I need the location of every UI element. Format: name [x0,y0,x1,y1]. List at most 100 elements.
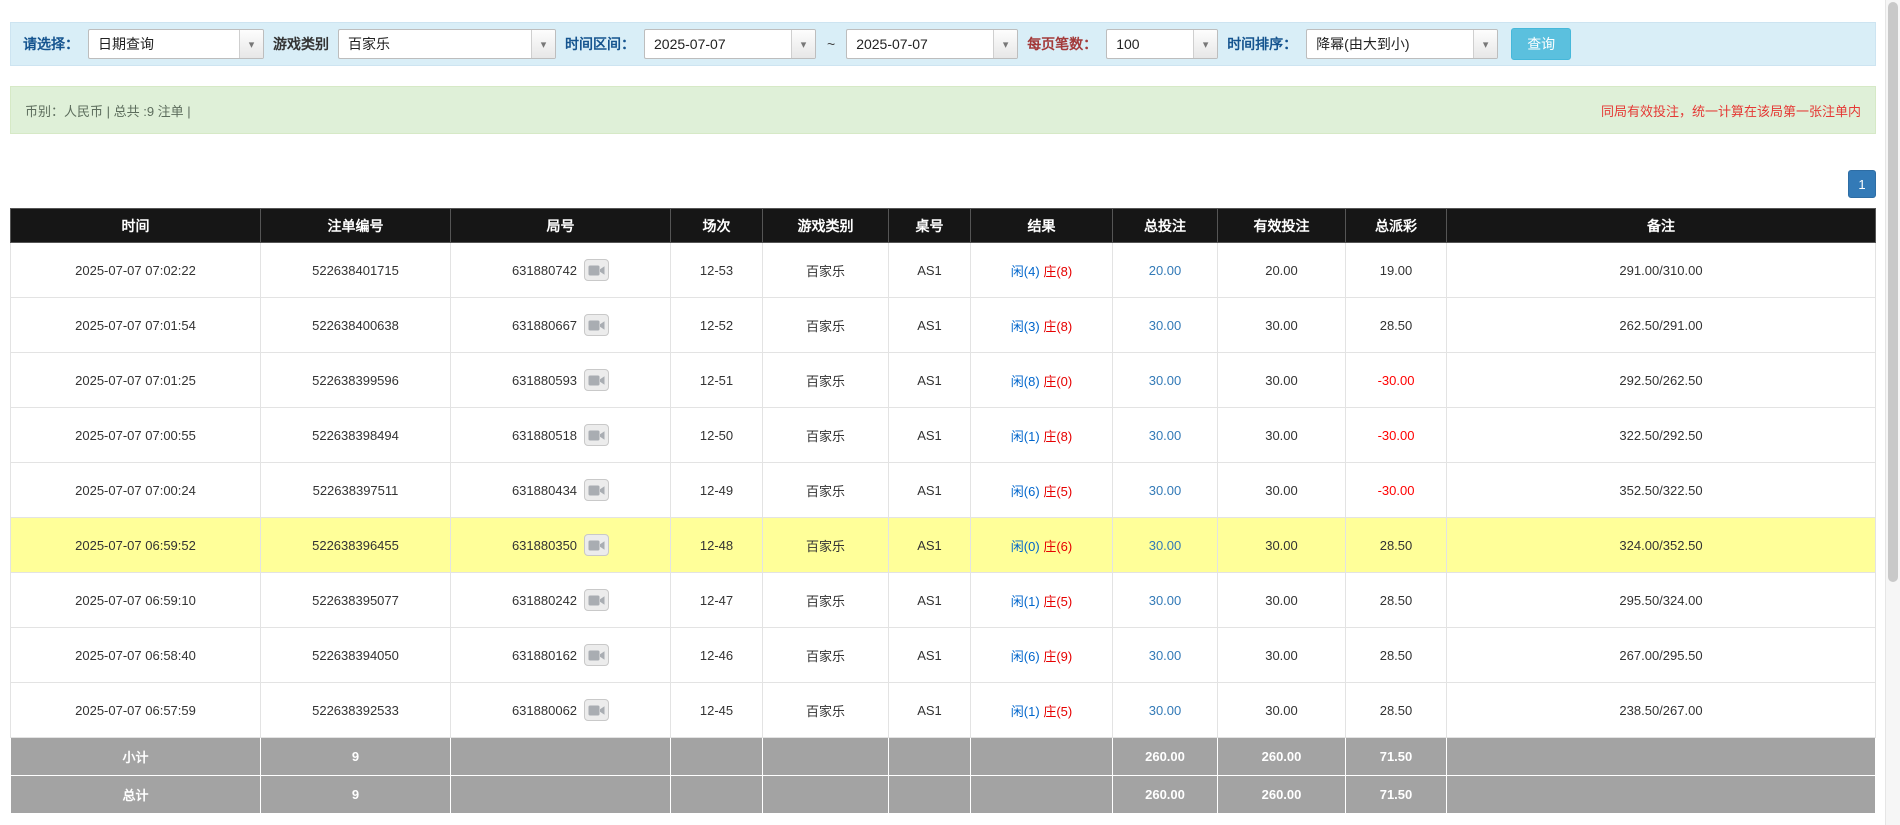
bet-id-cell: 522638399596 [260,352,451,408]
footer-total-bet-cell: 260.00 [1112,775,1218,814]
query-type-combobox[interactable]: 日期查询 ▾ [88,29,264,59]
footer-empty-cell [1446,775,1876,814]
result-player: 闲(4) [1010,263,1040,279]
result-banker: 庄(5) [1043,593,1073,609]
query-type-label: 请选择： [23,36,79,52]
video-camera-glyph [588,430,605,440]
range-separator: ~ [827,36,836,52]
total-bet-cell[interactable]: 30.00 [1112,407,1218,463]
video-replay-icon[interactable] [584,259,610,281]
result-player: 闲(1) [1010,703,1040,719]
footer-empty-cell [670,737,763,776]
session-cell: 12-50 [670,407,763,463]
footer-valid-bet-cell: 260.00 [1217,775,1346,814]
footer-empty-cell [888,775,971,814]
video-replay-icon[interactable] [584,369,610,391]
video-camera-glyph [588,705,605,715]
session-cell: 12-47 [670,572,763,628]
result-banker: 庄(5) [1043,703,1073,719]
round-id: 631880434 [511,482,578,498]
table-row: 2025-07-07 06:59:52 522638396455 631880350… [10,517,1876,573]
round-id: 631880742 [511,262,578,278]
video-replay-icon[interactable] [584,534,610,556]
total-bet-cell[interactable]: 30.00 [1112,572,1218,628]
footer-payout-cell: 71.50 [1345,775,1447,814]
result-banker: 庄(8) [1043,318,1073,334]
footer-count-cell: 9 [260,775,451,814]
result-player: 闲(6) [1010,648,1040,664]
total-bet-cell[interactable]: 30.00 [1112,352,1218,408]
total-bet-cell[interactable]: 20.00 [1112,242,1218,298]
chevron-down-icon[interactable]: ▾ [791,30,815,58]
note-cell: 324.00/352.50 [1446,517,1876,573]
valid-bet-cell: 30.00 [1217,462,1346,518]
time-cell: 2025-07-07 06:59:10 [10,572,261,628]
video-replay-icon[interactable] [584,424,610,446]
round-id-cell: 631880742 [450,242,671,298]
video-replay-icon[interactable] [584,644,610,666]
valid-bet-cell: 30.00 [1217,352,1346,408]
note-cell: 238.50/267.00 [1446,682,1876,738]
date-from-value: 2025-07-07 [654,36,726,52]
valid-bet-cell: 20.00 [1217,242,1346,298]
chevron-down-icon[interactable]: ▾ [239,30,263,58]
footer-empty-cell [1446,737,1876,776]
date-from-combobox[interactable]: 2025-07-07 ▾ [644,29,816,59]
column-header: 局号 [450,208,671,243]
date-to-combobox[interactable]: 2025-07-07 ▾ [846,29,1019,59]
result-cell: 闲(3) 庄(8) [970,297,1113,353]
bet-id-cell: 522638398494 [260,407,451,463]
note-cell: 291.00/310.00 [1446,242,1876,298]
summary-currency-count: 币别：人民币 | 总共 :9 注单 | [25,103,191,119]
video-replay-icon[interactable] [584,699,610,721]
vertical-scrollbar[interactable] [1885,0,1900,825]
payout-cell: 19.00 [1345,242,1447,298]
game-type-cell: 百家乐 [762,572,889,628]
round-id-cell: 631880062 [450,682,671,738]
table-no-cell: AS1 [888,352,971,408]
total-bet-cell[interactable]: 30.00 [1112,297,1218,353]
chevron-down-icon[interactable]: ▾ [1193,30,1218,58]
result-player: 闲(3) [1010,318,1040,334]
video-replay-icon[interactable] [584,589,610,611]
payout-cell: 28.50 [1345,572,1447,628]
total-bet-cell[interactable]: 30.00 [1112,682,1218,738]
note-cell: 295.50/324.00 [1446,572,1876,628]
round-id-cell: 631880350 [450,517,671,573]
sort-combobox[interactable]: 降幂(由大到小) ▾ [1306,29,1499,59]
table-row: 2025-07-07 06:58:40 522638394050 631880162… [10,627,1876,683]
total-bet-cell[interactable]: 30.00 [1112,517,1218,573]
payout-cell: -30.00 [1345,352,1447,408]
result-player: 闲(8) [1010,373,1040,389]
total-bet-cell[interactable]: 30.00 [1112,462,1218,518]
table-row: 2025-07-07 06:59:10 522638395077 631880242… [10,572,1876,628]
video-camera-glyph [588,485,605,495]
total-bet-cell[interactable]: 30.00 [1112,627,1218,683]
chevron-down-icon[interactable]: ▾ [993,30,1018,58]
table-row: 2025-07-07 07:02:22 522638401715 631880742… [10,242,1876,298]
footer-empty-cell [450,775,671,814]
round-id-cell: 631880242 [450,572,671,628]
page-1-button[interactable]: 1 [1848,170,1876,198]
game-type-cell: 百家乐 [762,517,889,573]
session-cell: 12-46 [670,627,763,683]
round-id: 631880667 [511,317,578,333]
session-cell: 12-45 [670,682,763,738]
video-replay-icon[interactable] [584,314,610,336]
video-camera-glyph [588,595,605,605]
payout-cell: 28.50 [1345,682,1447,738]
page-size-combobox[interactable]: 100 ▾ [1106,29,1219,59]
scrollbar-thumb[interactable] [1888,2,1898,582]
search-button[interactable]: 查询 [1511,28,1572,60]
sort-value: 降幂(由大到小) [1316,36,1410,52]
pagination: 1 [10,170,1876,198]
chevron-down-icon[interactable]: ▾ [531,30,555,58]
note-cell: 262.50/291.00 [1446,297,1876,353]
result-player: 闲(6) [1010,483,1040,499]
game-type-cell: 百家乐 [762,462,889,518]
chevron-down-icon[interactable]: ▾ [1473,30,1498,58]
time-cell: 2025-07-07 07:01:54 [10,297,261,353]
game-type-combobox[interactable]: 百家乐 ▾ [338,29,556,59]
video-replay-icon[interactable] [584,479,610,501]
result-banker: 庄(0) [1043,373,1073,389]
